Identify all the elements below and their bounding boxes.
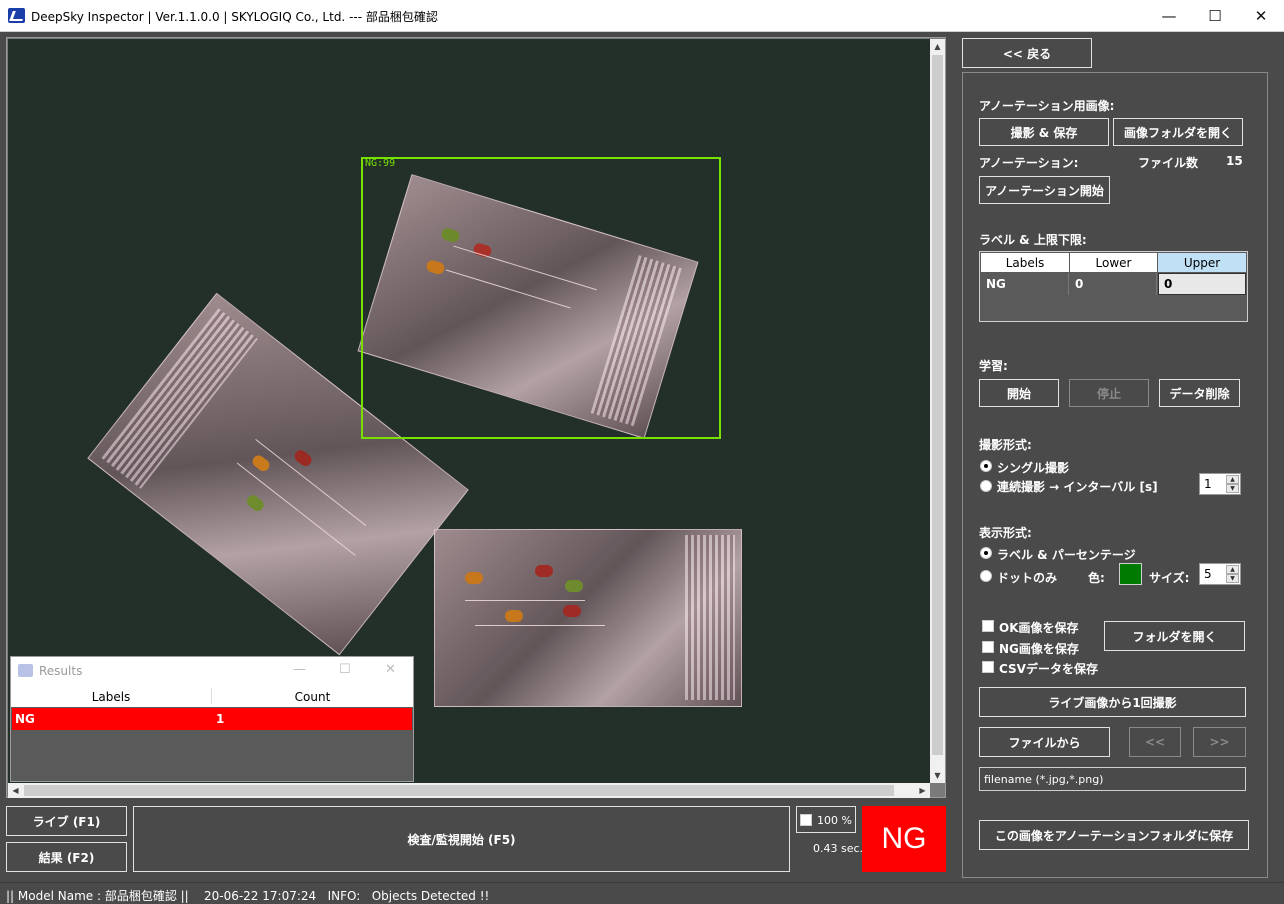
learn-stop-button[interactable]: 停止 [1069, 379, 1149, 407]
results-column-header: Labels Count [11, 685, 413, 707]
back-button[interactable]: << 戻る [962, 38, 1092, 68]
scroll-right-icon[interactable]: ▶ [915, 783, 930, 798]
capture-save-button[interactable]: 撮影 & 保存 [979, 118, 1109, 146]
result-label-cell: NG [15, 712, 35, 726]
stepper-up-icon[interactable]: ▲ [1226, 565, 1239, 574]
continuous-capture-radio[interactable] [980, 480, 992, 492]
results-close-icon[interactable]: ✕ [385, 662, 396, 677]
inspect-start-button[interactable]: 検査/監視開始 (F5) [133, 806, 790, 872]
interval-stepper[interactable]: 1 ▲ ▼ [1199, 473, 1241, 495]
results-maximize-icon[interactable]: ☐ [339, 662, 351, 677]
table-row[interactable]: NG 1 [12, 708, 412, 730]
result-button[interactable]: 結果 (F2) [6, 842, 127, 872]
package-bag [434, 529, 742, 707]
save-ok-label: OK画像を保存 [999, 621, 1079, 635]
dot-color-swatch[interactable] [1119, 563, 1142, 585]
open-folder-button[interactable]: フォルダを開く [1104, 621, 1245, 651]
continuous-capture-label: 連続撮影 → インターバル [s] [997, 480, 1158, 494]
status-text: || Model Name : 部品梱包確認 || 20-06-22 17:07… [6, 889, 490, 903]
status-bar: || Model Name : 部品梱包確認 || 20-06-22 17:07… [0, 882, 1284, 904]
label-percent-radio[interactable] [980, 547, 992, 559]
color-label: 色: [1088, 571, 1105, 585]
label-limits-grid[interactable]: Labels Lower Upper NG 0 0 [979, 251, 1248, 322]
results-app-icon [18, 664, 33, 677]
horizontal-scroll-thumb[interactable] [24, 785, 894, 796]
open-image-folder-button[interactable]: 画像フォルダを開く [1113, 118, 1243, 146]
next-file-button[interactable]: >> [1193, 727, 1246, 757]
zoom-toggle[interactable]: 100 % [796, 806, 856, 833]
grid-header-upper: Upper [1158, 253, 1246, 272]
zoom-label: 100 % [817, 814, 852, 827]
elapsed-time: 0.43 sec. [813, 842, 864, 855]
grid-cell-label[interactable]: NG [981, 273, 1069, 295]
capture-from-live-button[interactable]: ライブ画像から1回撮影 [979, 687, 1246, 717]
verdict-badge: NG [862, 806, 946, 872]
grid-cell-upper[interactable]: 0 [1158, 273, 1246, 295]
save-csv-label: CSVデータを保存 [999, 662, 1098, 676]
horizontal-scrollbar[interactable]: ◀ ▶ [8, 783, 930, 798]
previous-file-button[interactable]: << [1129, 727, 1181, 757]
live-button[interactable]: ライブ (F1) [6, 806, 127, 836]
save-csv-checkbox[interactable] [982, 661, 994, 673]
stepper-up-icon[interactable]: ▲ [1226, 475, 1239, 484]
vertical-scrollbar[interactable]: ▲ ▼ [930, 39, 945, 783]
minimize-button[interactable]: — [1146, 0, 1192, 32]
save-ng-label: NG画像を保存 [999, 642, 1079, 656]
column-header-count: Count [294, 690, 331, 704]
single-capture-label: シングル撮影 [997, 461, 1070, 475]
size-value: 5 [1204, 567, 1212, 581]
grid-header-labels: Labels [981, 253, 1069, 272]
learning-label: 学習: [979, 359, 1008, 373]
interval-value: 1 [1204, 477, 1212, 491]
label-limits-title: ラベル & 上限下限: [979, 233, 1087, 247]
dot-only-radio[interactable] [980, 570, 992, 582]
start-annotation-button[interactable]: アノーテーション開始 [979, 176, 1110, 204]
stepper-down-icon[interactable]: ▼ [1226, 574, 1239, 583]
close-button[interactable]: ✕ [1238, 0, 1284, 32]
save-ok-checkbox[interactable] [982, 620, 994, 632]
capture-mode-label: 撮影形式: [979, 438, 1032, 452]
grid-cell-lower[interactable]: 0 [1070, 273, 1157, 295]
results-title: Results [39, 664, 83, 678]
column-header-labels: Labels [91, 690, 131, 704]
delete-data-button[interactable]: データ削除 [1159, 379, 1240, 407]
result-count-cell: 1 [216, 712, 225, 726]
annotation-image-label: アノーテーション用画像: [979, 99, 1115, 113]
file-count-label: ファイル数 [1138, 156, 1199, 170]
title-bar: DeepSky Inspector | Ver.1.1.0.0 | SKYLOG… [0, 0, 1284, 32]
maximize-button[interactable]: ☐ [1192, 0, 1238, 32]
filename-field[interactable]: filename (*.jpg,*.png) [979, 767, 1246, 791]
single-capture-radio[interactable] [980, 460, 992, 472]
learn-start-button[interactable]: 開始 [979, 379, 1059, 407]
save-to-annotation-folder-button[interactable]: この画像をアノーテーションフォルダに保存 [979, 820, 1249, 850]
scroll-up-icon[interactable]: ▲ [930, 39, 945, 54]
detection-bounding-box [361, 157, 721, 439]
size-label: サイズ: [1149, 571, 1190, 585]
zoom-checkbox[interactable] [800, 814, 812, 826]
dot-only-label: ドットのみ [997, 571, 1058, 585]
label-percent-label: ラベル & パーセンテージ [997, 548, 1136, 562]
results-title-bar: Results — ☐ ✕ [11, 657, 413, 685]
display-mode-label: 表示形式: [979, 526, 1032, 540]
app-logo-icon [8, 8, 25, 23]
scroll-down-icon[interactable]: ▼ [930, 768, 945, 783]
results-minimize-icon[interactable]: — [293, 662, 306, 677]
scroll-left-icon[interactable]: ◀ [8, 783, 23, 798]
window-title: DeepSky Inspector | Ver.1.1.0.0 | SKYLOG… [31, 10, 438, 24]
grid-header-lower: Lower [1070, 253, 1157, 272]
vertical-scroll-thumb[interactable] [932, 55, 943, 755]
results-window[interactable]: Results — ☐ ✕ Labels Count NG 1 [10, 656, 414, 782]
file-count-value: 15 [1226, 154, 1243, 168]
annotation-label: アノーテーション: [979, 156, 1079, 170]
detection-label: NG:99 [365, 158, 396, 169]
stepper-down-icon[interactable]: ▼ [1226, 484, 1239, 493]
size-stepper[interactable]: 5 ▲ ▼ [1199, 563, 1241, 585]
from-file-button[interactable]: ファイルから [979, 727, 1110, 757]
save-ng-checkbox[interactable] [982, 641, 994, 653]
